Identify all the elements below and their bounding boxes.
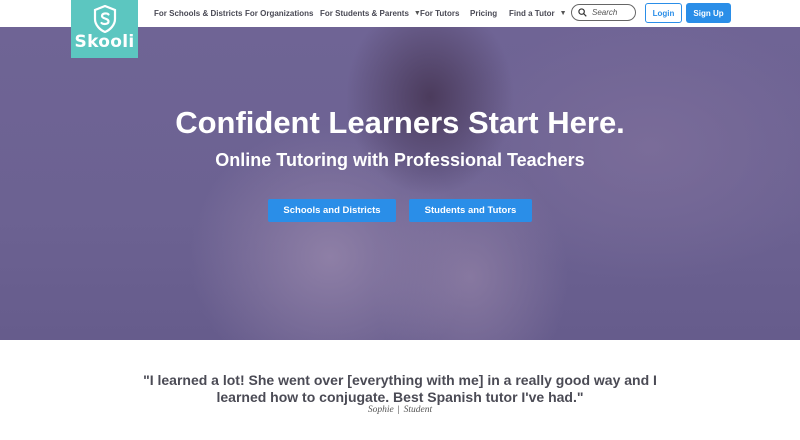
students-tutors-button[interactable]: Students and Tutors — [409, 199, 532, 222]
testimonial-role: Student — [403, 405, 433, 415]
search-icon — [578, 8, 587, 17]
hero-title: Confident Learners Start Here. — [175, 105, 625, 140]
search-input[interactable]: Search — [571, 4, 636, 21]
nav-item-find-tutor-label: Find a Tutor — [509, 9, 555, 18]
search-placeholder: Search — [592, 8, 618, 17]
nav-item-schools-districts[interactable]: For Schools & Districts — [154, 9, 242, 18]
testimonial-quote: "I learned a lot! She went over [everyth… — [143, 372, 657, 405]
hero-section: Confident Learners Start Here. Online Tu… — [0, 27, 800, 340]
shield-s-icon — [93, 5, 116, 33]
hero-subtitle: Online Tutoring with Professional Teache… — [215, 150, 585, 170]
testimonial-attribution: Sophie | Student — [0, 405, 800, 415]
testimonial-author: Sophie — [367, 405, 394, 415]
nav-item-tutors[interactable]: For Tutors — [420, 9, 459, 18]
signup-button[interactable]: Sign Up — [686, 3, 731, 23]
nav-item-find-tutor[interactable]: Find a Tutor ▼ — [509, 9, 567, 18]
schools-districts-button[interactable]: Schools and Districts — [268, 199, 396, 222]
skooli-logo[interactable]: Skooli — [71, 0, 138, 58]
attribution-separator: | — [397, 405, 400, 415]
nav-item-students-parents[interactable]: For Students & Parents ▼ — [320, 9, 421, 18]
nav-item-pricing[interactable]: Pricing — [470, 9, 497, 18]
brand-name: Skooli — [74, 32, 135, 52]
login-button[interactable]: Login — [645, 3, 682, 23]
nav-item-organizations[interactable]: For Organizations — [245, 9, 313, 18]
chevron-down-icon: ▼ — [559, 10, 567, 17]
nav-item-students-parents-label: For Students & Parents — [320, 9, 409, 18]
